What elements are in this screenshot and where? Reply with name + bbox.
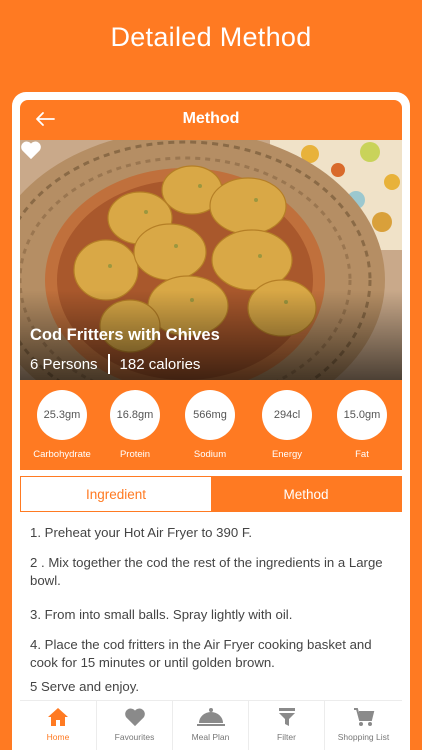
meta-divider xyxy=(107,354,110,374)
nutrition-value: 294cl xyxy=(262,390,312,440)
method-step: 1. Preheat your Hot Air Fryer to 390 F. xyxy=(30,525,253,540)
tab-favourites[interactable]: Favourites xyxy=(96,701,172,750)
tab-ingredient[interactable]: Ingredient xyxy=(21,477,211,511)
calories-text: 182 calories xyxy=(119,355,201,373)
nutrition-label: Sodium xyxy=(193,449,227,460)
segmented-tabs: Ingredient Method xyxy=(20,476,402,512)
nutrition-value: 25.3gm xyxy=(37,390,87,440)
recipe-meta: 6 Persons 182 calories xyxy=(30,354,200,374)
recipe-photo: Cod Fritters with Chives 6 Persons 182 c… xyxy=(20,140,402,380)
recipe-title: Cod Fritters with Chives xyxy=(30,326,220,344)
nutrition-label: Energy xyxy=(271,449,303,460)
nav-bar: Method xyxy=(20,100,402,140)
nutrition-label: Protein xyxy=(119,449,151,460)
nutrition-label: Fat xyxy=(355,449,369,460)
nutrition-protein: 16.8gm Protein xyxy=(100,390,170,460)
bottom-tab-bar: Home Favourites Meal Plan Filter Shoppin… xyxy=(20,700,402,750)
tab-filter[interactable]: Filter xyxy=(248,701,324,750)
page-title: Detailed Method xyxy=(110,22,312,52)
nutrition-value: 566mg xyxy=(185,390,235,440)
method-step: 5 Serve and enjoy. xyxy=(30,679,139,694)
tab-method[interactable]: Method xyxy=(211,477,401,511)
heart-icon xyxy=(124,708,145,727)
tab-home[interactable]: Home xyxy=(20,701,96,750)
servings-text: 6 Persons xyxy=(30,355,98,373)
nav-title: Method xyxy=(182,110,240,127)
nutrition-energy: 294cl Energy xyxy=(252,390,322,460)
nutrition-value: 15.0gm xyxy=(337,390,387,440)
method-step: 3. From into small balls. Spray lightly … xyxy=(30,607,293,622)
method-step: 2 . Mix together the cod the rest of the… xyxy=(30,555,383,588)
nutrition-panel: 25.3gm Carbohydrate 16.8gm Protein 566mg… xyxy=(20,380,402,470)
nutrition-value: 16.8gm xyxy=(110,390,160,440)
method-step: 4. Place the cod fritters in the Air Fry… xyxy=(30,637,372,670)
nutrition-carbohydrate: 25.3gm Carbohydrate xyxy=(27,390,97,460)
home-icon xyxy=(48,708,68,726)
nutrition-sodium: 566mg Sodium xyxy=(175,390,245,460)
cloche-icon xyxy=(196,708,225,726)
tab-shopping-list[interactable]: Shopping List xyxy=(324,701,402,750)
tab-label: Filter xyxy=(277,732,296,742)
heart-icon[interactable] xyxy=(20,140,42,160)
tab-label: Favourites xyxy=(114,732,155,742)
nutrition-label: Carbohydrate xyxy=(33,449,91,460)
tab-meal-plan[interactable]: Meal Plan xyxy=(172,701,248,750)
nutrition-fat: 15.0gm Fat xyxy=(327,390,397,460)
tab-label: Home xyxy=(46,732,70,742)
tab-label: Meal Plan xyxy=(191,732,230,742)
cart-icon xyxy=(353,708,374,726)
tab-label: Shopping List xyxy=(337,732,390,742)
filter-icon xyxy=(278,708,295,726)
